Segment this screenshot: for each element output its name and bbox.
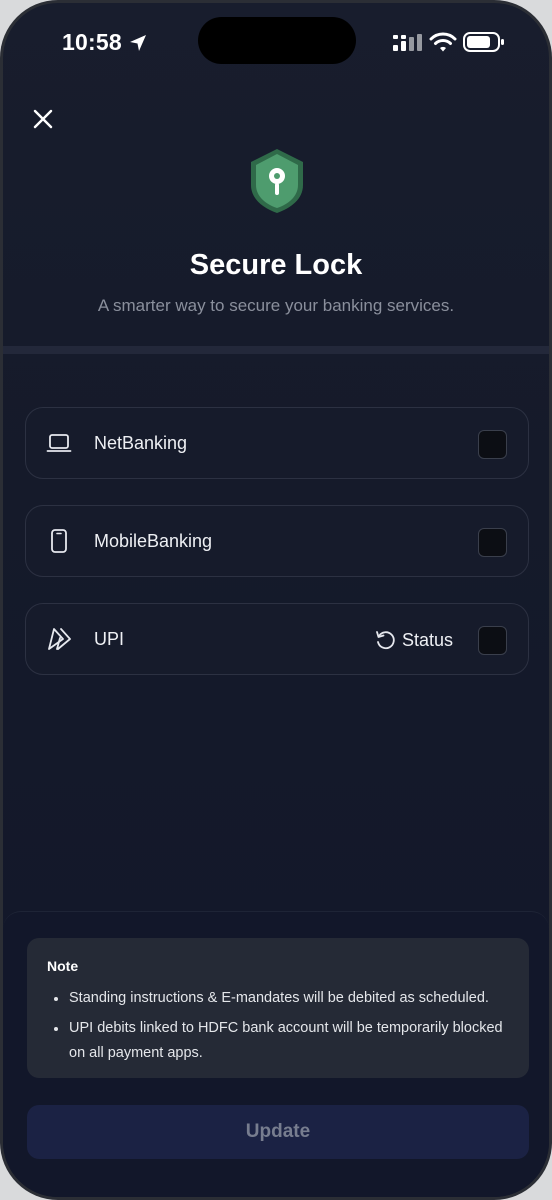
close-icon [33, 109, 53, 129]
refresh-icon [376, 631, 395, 650]
wifi-icon [429, 32, 457, 52]
section-divider [3, 346, 549, 354]
location-arrow-icon [130, 35, 146, 51]
screen: 10:58 Secure Lock A smarter way to secur… [3, 3, 549, 1197]
dynamic-island [198, 17, 356, 64]
option-mobilebanking[interactable]: MobileBanking [25, 505, 529, 577]
note-card: Note Standing instructions & E-mandates … [27, 938, 529, 1078]
option-netbanking[interactable]: NetBanking [25, 407, 529, 479]
page-subtitle: A smarter way to secure your banking ser… [97, 296, 455, 315]
note-item: Standing instructions & E-mandates will … [47, 986, 509, 1011]
option-label: NetBanking [94, 433, 188, 453]
phone-icon [51, 529, 67, 553]
status-label: Status [402, 629, 454, 650]
upi-checkbox[interactable] [478, 626, 507, 655]
mobilebanking-checkbox[interactable] [478, 528, 507, 557]
note-title: Note [47, 958, 79, 974]
option-label: UPI [94, 629, 125, 649]
page-title: Secure Lock [189, 249, 363, 281]
laptop-icon [46, 434, 72, 452]
signal-icon [393, 34, 422, 51]
shield-key-icon [251, 149, 303, 213]
option-upi[interactable]: UPI Status [25, 603, 529, 675]
note-list: Standing instructions & E-mandates will … [47, 986, 509, 1066]
status-bar: 10:58 [3, 3, 549, 83]
upi-status-link[interactable]: Status [374, 626, 453, 654]
device-frame: 10:58 Secure Lock A smarter way to secur… [0, 0, 552, 1200]
option-label: MobileBanking [94, 531, 213, 551]
update-button[interactable]: Update [27, 1105, 529, 1159]
netbanking-checkbox[interactable] [478, 430, 507, 459]
status-time: 10:58 [62, 29, 122, 55]
upi-icon [48, 628, 71, 650]
battery-icon [463, 32, 504, 52]
note-item: UPI debits linked to HDFC bank account w… [47, 1016, 509, 1066]
close-button[interactable] [27, 103, 59, 135]
